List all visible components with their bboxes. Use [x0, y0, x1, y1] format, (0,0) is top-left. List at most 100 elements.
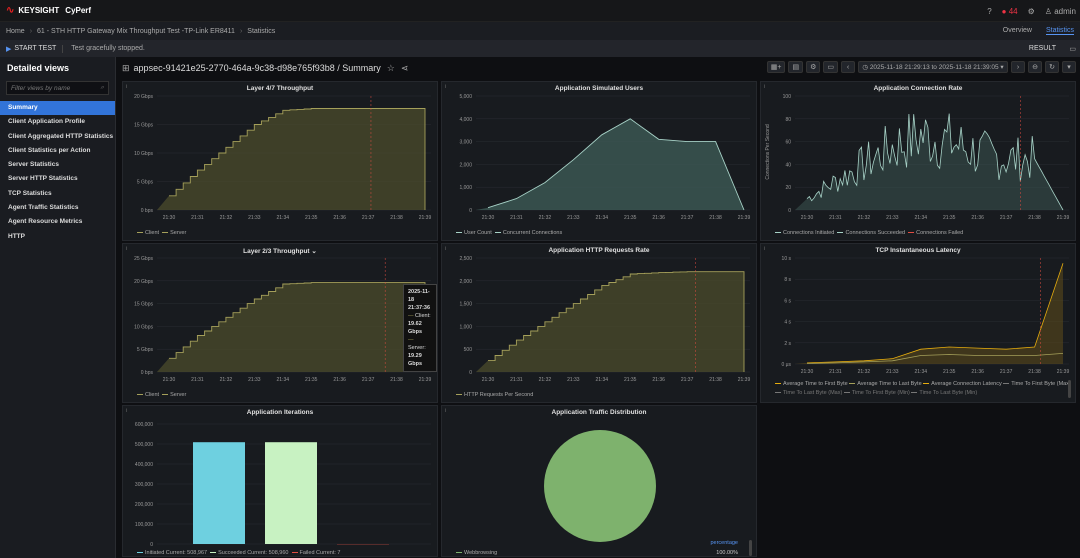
sidebar-item-client-stats-per-action[interactable]: Client Statistics per Action	[0, 144, 115, 158]
legend-avg-ttfb: Average Time to First Byte	[783, 381, 848, 387]
y-tick-label: 6 s	[784, 298, 791, 304]
panel-l23-throughput[interactable]: i Layer 2/3 Throughput ⌄ 0 bps 5 Gbps 10 G…	[122, 243, 438, 403]
tv-mode-button[interactable]: ▭	[823, 61, 838, 73]
x-tick-label: 21:33	[248, 377, 261, 383]
dashboard-header: ⊞ appsec-91421e25-2770-464a-9c38-d98e765…	[116, 57, 1080, 79]
y-tick-label: 4,000	[459, 117, 472, 123]
time-range-picker[interactable]: ◷ 2025-11-18 21:29:13 to 2025-11-18 21:3…	[858, 61, 1008, 73]
legend-initiated: Connections Initiated	[783, 230, 835, 236]
refresh-button[interactable]: ↻	[1045, 61, 1059, 73]
panel-simulated-users[interactable]: i Application Simulated Users 0 1,000 2,00…	[441, 81, 757, 241]
top-bar: ∿ KEYSIGHT CyPerf ? ● 44 ⚙ ♙ admin	[0, 0, 1080, 22]
sidebar-item-client-application-profile[interactable]: Client Application Profile	[0, 115, 115, 129]
legend-ttlb-max: Time To Last Byte (Max)	[783, 390, 843, 396]
sidebar-item-client-aggregated-http[interactable]: Client Aggregated HTTP Statistics	[0, 130, 115, 144]
x-tick-label: 21:31	[191, 215, 204, 221]
l23-client-fill	[157, 282, 425, 372]
x-tick-label: 21:39	[1057, 215, 1070, 221]
legend-scrollbar[interactable]	[1068, 380, 1071, 398]
panel-connection-rate[interactable]: i Application Connection Rate 0 20 40 60 80 1…	[760, 81, 1076, 241]
tooltip-client-label: Client:	[415, 313, 431, 319]
y-tick-label: 100,000	[135, 522, 153, 528]
star-icon[interactable]: ☆	[387, 63, 395, 74]
help-icon[interactable]: ?	[987, 7, 991, 16]
x-tick-label: 21:34	[915, 215, 928, 221]
l47-chart: 0 bps 5 Gbps 10 Gbps 15 Gbps 20 Gbps 21:30 21:…	[134, 94, 432, 221]
x-tick-label: 21:39	[419, 215, 432, 221]
y-tick-label: 0	[469, 370, 472, 376]
x-tick-label: 21:35	[624, 215, 637, 221]
legend-ttlb-min: Time To Last Byte (Min)	[919, 390, 978, 396]
legend-initiated: Initiated Current: 508,967	[145, 550, 208, 556]
y-tick-label: 1,500	[459, 302, 472, 308]
x-tick-label: 21:37	[681, 215, 694, 221]
panel-http-requests-rate[interactable]: i Application HTTP Requests Rate 0 500 1,0…	[441, 243, 757, 403]
play-icon: ▶	[6, 45, 12, 53]
settings-icon[interactable]: ⚙	[806, 61, 821, 73]
panel-traffic-distribution[interactable]: i Application Traffic Distribution perce…	[441, 405, 757, 557]
x-tick-label: 21:36	[652, 215, 665, 221]
x-tick-label: 21:37	[362, 377, 375, 383]
sidebar-item-summary[interactable]: Summary	[0, 101, 115, 116]
y-tick-label: 8 s	[784, 277, 791, 283]
legend-scrollbar[interactable]	[749, 540, 752, 556]
legend-succeeded: Succeeded Current: 508,960	[218, 550, 289, 556]
x-tick-label: 21:34	[596, 215, 609, 221]
sidebar-item-server-statistics[interactable]: Server Statistics	[0, 158, 115, 172]
x-tick-label: 21:39	[738, 377, 751, 383]
legend: Client Server	[137, 230, 186, 236]
filter-placeholder: Filter views by name	[11, 84, 71, 92]
panel-application-iterations[interactable]: i Application Iterations 0 100,000 200,000…	[122, 405, 438, 557]
panel-l47-throughput[interactable]: i Layer 4/7 Throughput 0 bps 5 Gbps 10 Gbp…	[122, 81, 438, 241]
legend-ttfb-max: Time To First Byte (Max)	[1011, 381, 1071, 387]
x-tick-label: 21:37	[1000, 369, 1013, 375]
y-tick-label: 500	[464, 347, 473, 353]
share-icon[interactable]: ⋖	[401, 63, 409, 74]
x-tick-label: 21:33	[567, 377, 580, 383]
time-back-button[interactable]: ‹	[841, 61, 855, 73]
alerts-button[interactable]: ● 44	[1002, 7, 1018, 16]
keysight-logo[interactable]: ∿ KEYSIGHT	[6, 5, 59, 16]
sidebar-item-server-http-statistics[interactable]: Server HTTP Statistics	[0, 172, 115, 186]
y-tick-label: 80	[785, 117, 791, 123]
y-tick-label: 1,000	[459, 185, 472, 191]
save-dashboard-button[interactable]: ▤	[788, 61, 804, 73]
add-panel-button[interactable]: ▦+	[766, 61, 786, 73]
zoom-out-button[interactable]: ⊖	[1028, 61, 1042, 73]
breadcrumb-test[interactable]: 61 - STH HTTP Gateway Mix Throughput Tes…	[37, 28, 235, 35]
user-menu[interactable]: ♙ admin	[1045, 7, 1076, 16]
time-forward-button[interactable]: ›	[1011, 61, 1025, 73]
refresh-interval-dropdown[interactable]: ▾	[1062, 61, 1076, 73]
export-icon[interactable]: ▭	[1069, 45, 1076, 53]
legend-ttfb-min: Time To First Byte (Min)	[851, 390, 910, 396]
legend-avg-latency: Average Connection Latency	[931, 381, 1002, 387]
x-tick-label: 21:34	[277, 377, 290, 383]
x-tick-label: 21:32	[220, 215, 233, 221]
tab-overview[interactable]: Overview	[1003, 27, 1032, 35]
x-tick-label: 21:31	[510, 377, 523, 383]
sidebar-item-http[interactable]: HTTP	[0, 230, 115, 244]
start-test-button[interactable]: ▶ START TEST	[6, 44, 64, 53]
tooltip-time: 2025-11-18 21:37:36	[408, 289, 431, 311]
filter-views-input[interactable]: Filter views by name ⌕	[6, 81, 109, 95]
settings-gear-icon[interactable]: ⚙	[1028, 7, 1035, 16]
y-tick-label: 5,000	[459, 94, 472, 100]
y-tick-label: 10 Gbps	[134, 324, 153, 330]
pie-slice-webbrowsing	[544, 430, 656, 542]
panel-tcp-latency[interactable]: i TCP Instantaneous Latency 0 μs 2 s4 s6 …	[760, 243, 1076, 403]
y-tick-label: 500,000	[135, 442, 153, 448]
tab-statistics[interactable]: Statistics	[1045, 27, 1074, 35]
x-tick-label: 21:37	[681, 377, 694, 383]
sidebar-item-tcp-statistics[interactable]: TCP Statistics	[0, 187, 115, 201]
y-axis-label: Connections Per Second	[765, 124, 771, 180]
action-bar: ▶ START TEST Test gracefully stopped. RES…	[0, 40, 1080, 57]
iterations-chart: 0 100,000 200,000 300,000 400,000 500,000 600,…	[135, 422, 431, 548]
x-tick-label: 21:31	[829, 215, 842, 221]
result-button[interactable]: RESULT	[1029, 45, 1056, 52]
sidebar-item-agent-traffic-statistics[interactable]: Agent Traffic Statistics	[0, 201, 115, 215]
x-tick-label: 21:39	[1057, 369, 1070, 375]
legend-webbrowsing: Webbrowsing	[464, 550, 498, 556]
breadcrumb-home[interactable]: Home	[6, 28, 25, 35]
sidebar-item-agent-resource-metrics[interactable]: Agent Resource Metrics	[0, 215, 115, 229]
x-tick-label: 21:33	[886, 215, 899, 221]
